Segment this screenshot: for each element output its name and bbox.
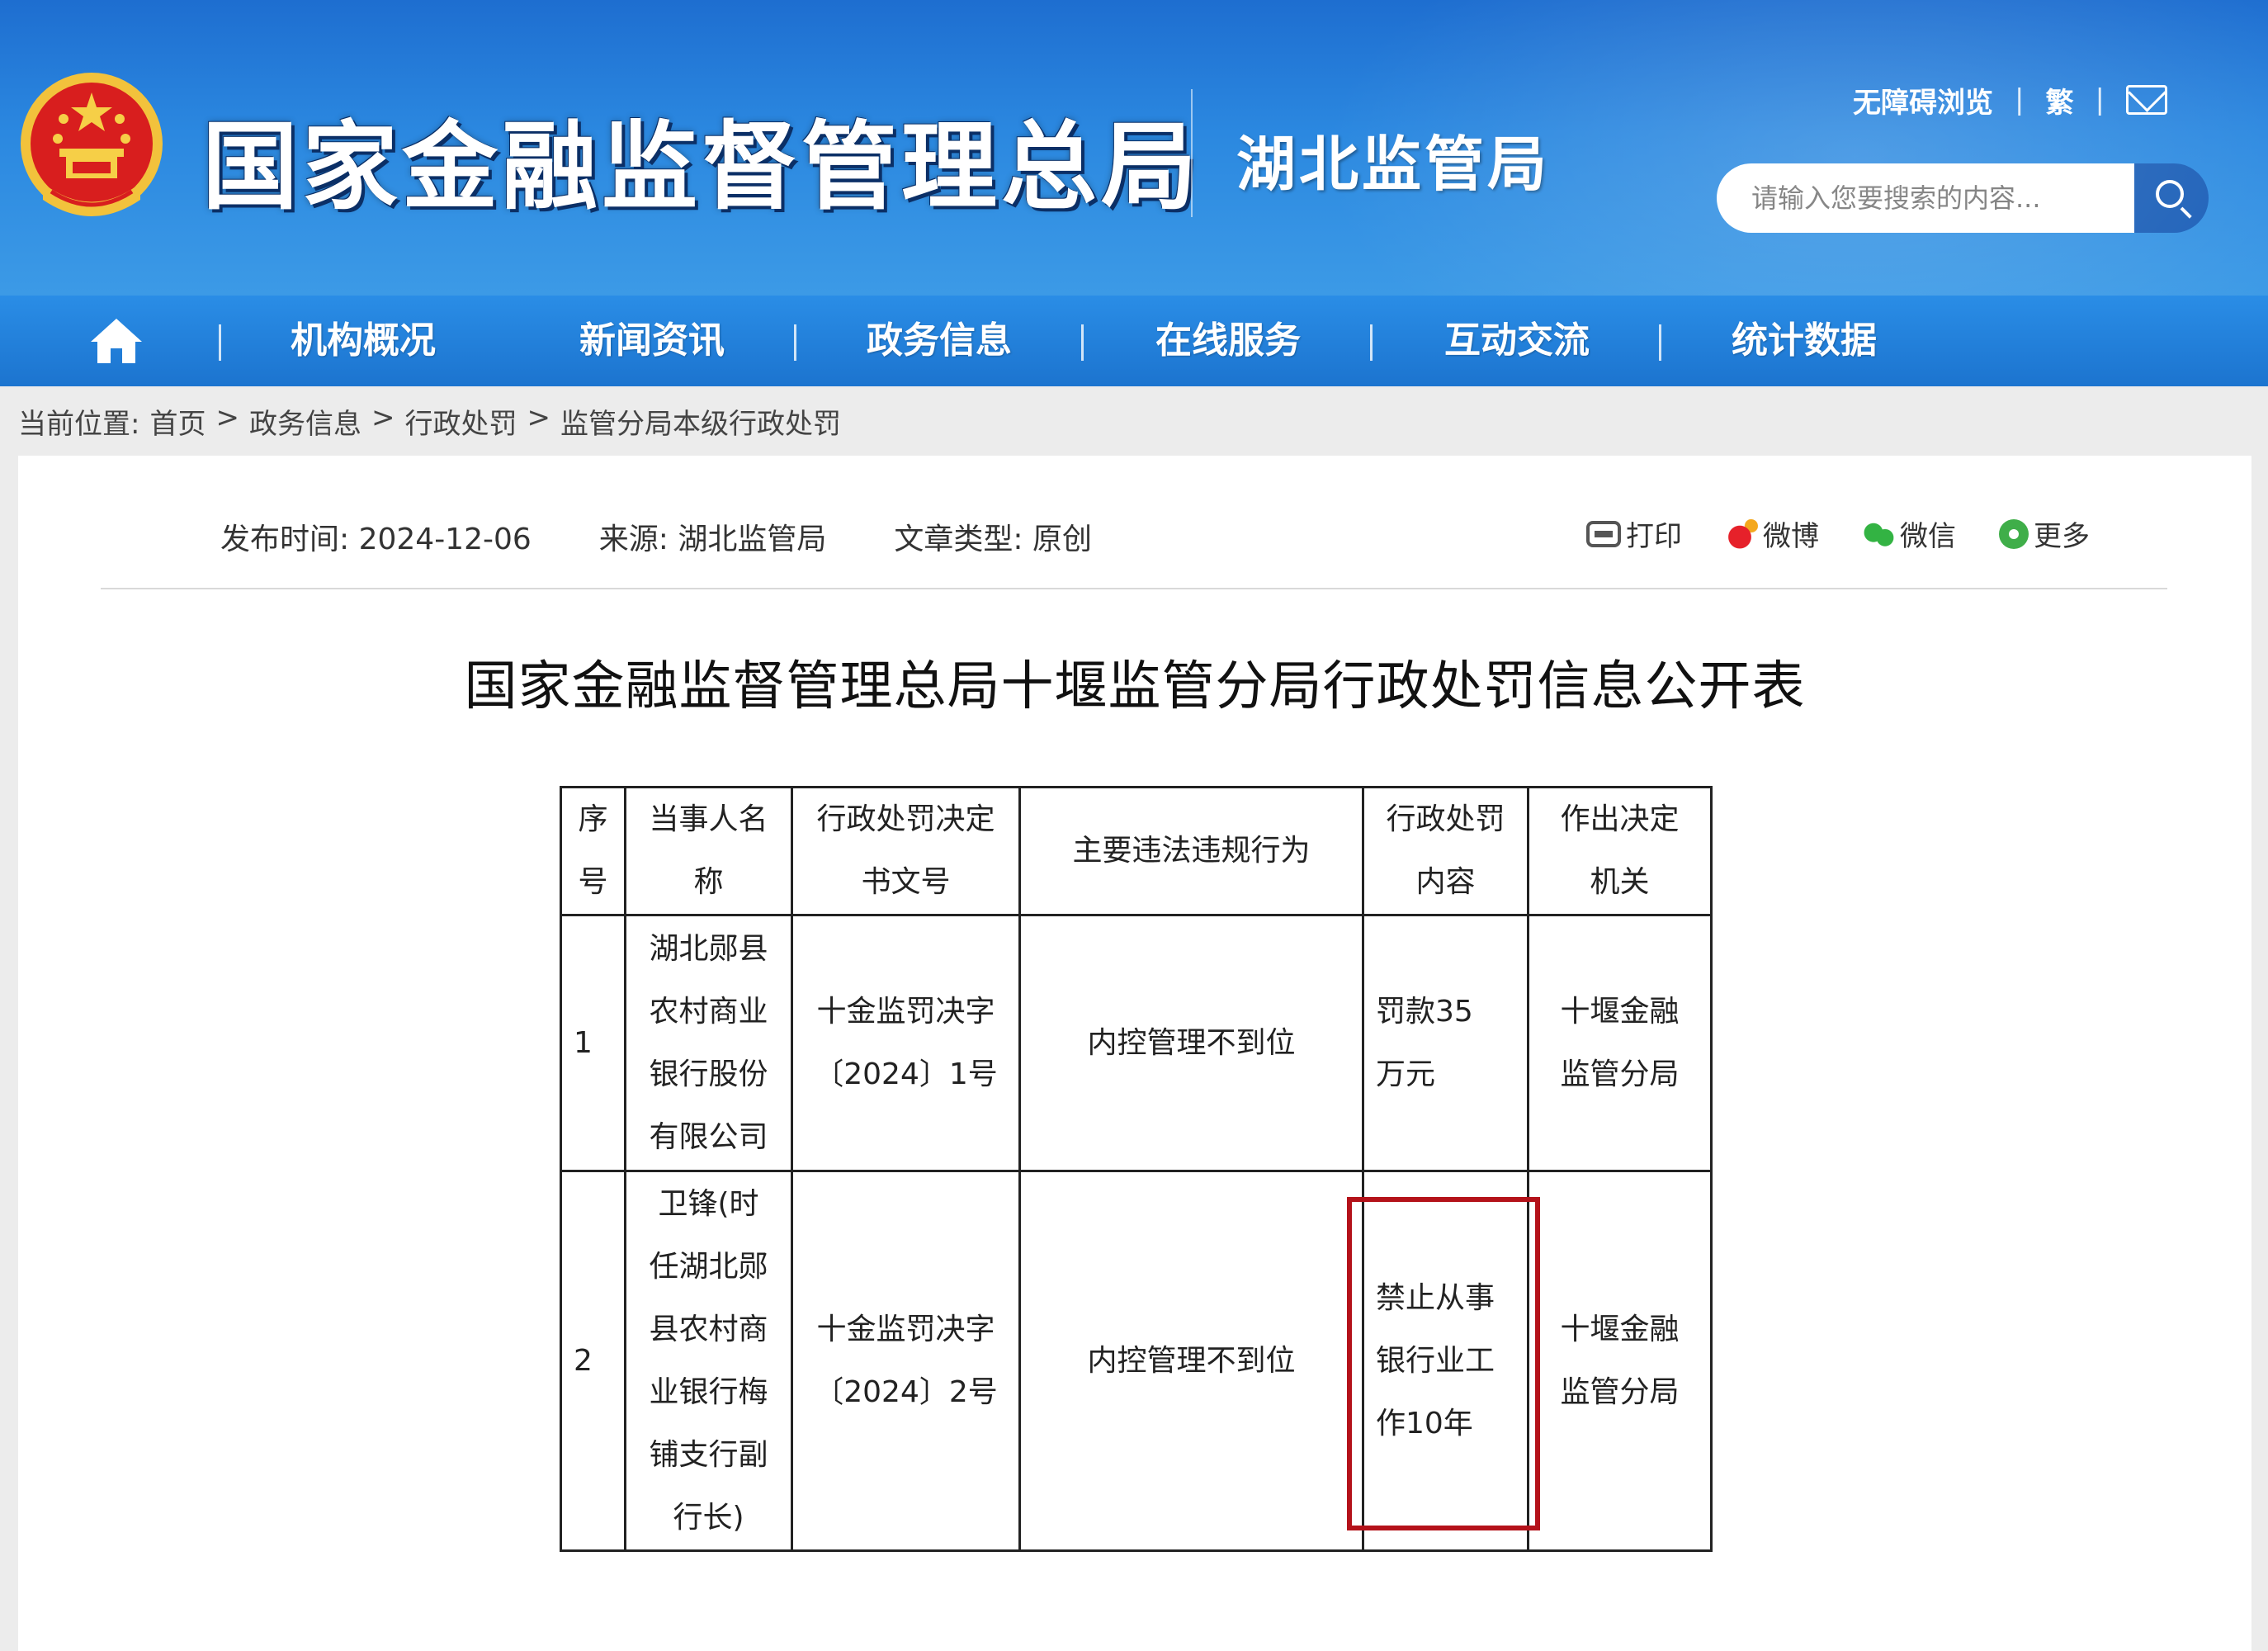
top-links: 无障碍浏览 | 繁 | <box>1853 79 2167 121</box>
cell-authority: 十堰金融 监管分局 <box>1527 914 1713 1172</box>
article-meta: 发布时间: 2024-12-06 来源: 湖北监管局 文章类型: 原创 <box>220 515 1160 558</box>
search-button[interactable] <box>2133 163 2209 233</box>
share-more-button[interactable]: 更多 <box>1999 513 2090 554</box>
header-cell-penalty: 行政处罚 内容 <box>1362 786 1529 916</box>
weibo-label: 微博 <box>1763 520 1819 553</box>
cell-decision-doc: 十金监罚决字 〔2024〕1号 <box>791 914 1021 1172</box>
search-icon <box>2155 180 2184 208</box>
breadcrumb-separator: > <box>215 401 239 434</box>
publish-date: 发布时间: 2024-12-06 <box>220 523 532 556</box>
header-cell-party: 当事人名称 <box>624 786 793 916</box>
traditional-chinese-link[interactable]: 繁 <box>2045 80 2073 121</box>
link-separator: | <box>2015 83 2025 116</box>
header-cell-violation: 主要违法违规行为 <box>1018 786 1364 916</box>
header-cell-no: 序号 <box>560 786 626 916</box>
cell-party: 湖北郧县 农村商业 银行股份 有限公司 <box>624 914 793 1172</box>
search-bar <box>1717 163 2209 233</box>
share-weibo-button[interactable]: 微博 <box>1725 513 1819 554</box>
breadcrumb-separator: > <box>371 401 395 434</box>
site-title[interactable]: 国家金融监督管理总局 <box>202 89 1201 228</box>
table-header-row: 序号 当事人名称 行政处罚决定 书文号 主要违法违规行为 行政处罚 内容 作出决定机… <box>560 786 1713 916</box>
cell-no: 2 <box>560 1170 626 1552</box>
print-button[interactable]: 打印 <box>1586 513 1682 554</box>
breadcrumb-home[interactable]: 首页 <box>149 401 206 442</box>
nav-separator <box>1370 324 1373 361</box>
article-source: 来源: 湖北监管局 <box>598 523 827 556</box>
table-row: 1 湖北郧县 农村商业 银行股份 有限公司 十金监罚决字 〔2024〕1号 内控管理不到… <box>560 914 1713 1172</box>
more-label: 更多 <box>2034 520 2090 553</box>
nav-separator <box>794 324 796 361</box>
breadcrumb-prefix: 当前位置: <box>18 408 140 441</box>
share-bar: 打印 微博 微信 更多 <box>1586 513 2090 554</box>
cell-penalty: 罚款35 万元 <box>1362 914 1529 1172</box>
weibo-icon <box>1725 518 1758 549</box>
nav-item-online-services[interactable]: 在线服务 <box>1096 296 1360 386</box>
cell-party: 卫锋(时 任湖北郧 县农村商 业银行梅 铺支行副 行长) <box>624 1170 793 1552</box>
nav-item-news[interactable]: 新闻资讯 <box>520 296 784 386</box>
breadcrumb-current[interactable]: 监管分局本级行政处罚 <box>560 401 841 442</box>
share-wechat-button[interactable]: 微信 <box>1862 513 1956 554</box>
cell-violation: 内控管理不到位 <box>1018 1170 1364 1552</box>
cell-decision-doc: 十金监罚决字 〔2024〕2号 <box>791 1170 1021 1552</box>
article-card: 发布时间: 2024-12-06 来源: 湖北监管局 文章类型: 原创 打印 微… <box>18 456 2251 1651</box>
cell-no: 1 <box>560 914 626 1172</box>
nav-separator <box>219 324 221 361</box>
nav-item-government-info[interactable]: 政务信息 <box>807 296 1071 386</box>
nav-item-interaction[interactable]: 互动交流 <box>1385 296 1649 386</box>
cell-violation: 内控管理不到位 <box>1018 914 1364 1172</box>
link-separator: | <box>2095 83 2105 116</box>
breadcrumb: 当前位置: 首页 > 政务信息 > 行政处罚 > 监管分局本级行政处罚 <box>18 401 851 442</box>
nav-separator <box>1659 324 1661 361</box>
document-title: 国家金融监督管理总局十堰监管分局行政处罚信息公开表 <box>464 656 1806 717</box>
breadcrumb-government-info[interactable]: 政务信息 <box>249 401 361 442</box>
national-emblem-icon[interactable] <box>18 68 165 226</box>
more-icon <box>1999 518 2029 549</box>
site-header: 国家金融监督管理总局 湖北监管局 无障碍浏览 | 繁 | <box>0 0 2268 296</box>
header-cell-authority: 作出决定 机关 <box>1527 786 1713 916</box>
nav-item-statistics[interactable]: 统计数据 <box>1672 296 1936 386</box>
bureau-title[interactable]: 湖北监管局 <box>1236 116 1550 202</box>
breadcrumb-separator: > <box>527 401 550 434</box>
mail-icon[interactable] <box>2125 85 2167 115</box>
header-cell-decision-doc: 行政处罚决定 书文号 <box>791 786 1021 916</box>
printer-icon <box>1586 520 1621 547</box>
print-label: 打印 <box>1626 520 1682 553</box>
title-divider <box>1191 89 1193 217</box>
nav-item-org-overview[interactable]: 机构概况 <box>231 296 495 386</box>
wechat-label: 微信 <box>1900 520 1956 553</box>
wechat-icon <box>1862 518 1895 549</box>
nav-separator <box>1081 324 1084 361</box>
search-input[interactable] <box>1717 163 2134 233</box>
article-type: 文章类型: 原创 <box>894 523 1092 556</box>
breadcrumb-administrative-penalty[interactable]: 行政处罚 <box>404 401 517 442</box>
main-nav: 机构概况 新闻资讯 政务信息 在线服务 互动交流 统计数据 <box>0 296 2268 386</box>
meta-divider <box>101 588 2167 589</box>
penalty-highlight-box <box>1347 1197 1540 1530</box>
accessible-browse-link[interactable]: 无障碍浏览 <box>1853 80 1993 121</box>
cell-authority: 十堰金融 监管分局 <box>1527 1170 1713 1552</box>
home-icon[interactable] <box>89 317 144 365</box>
